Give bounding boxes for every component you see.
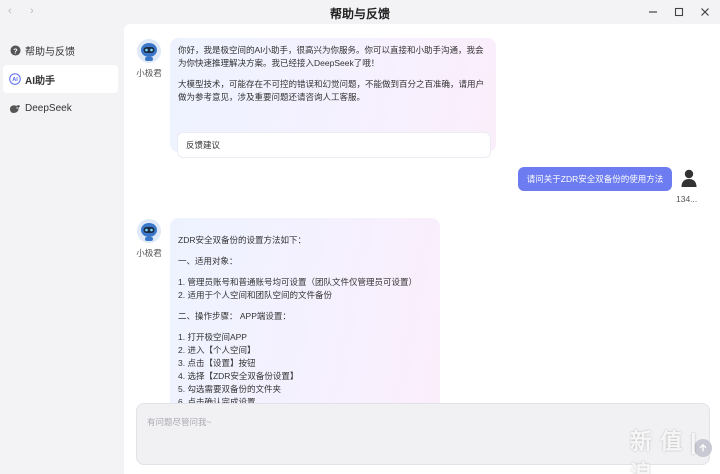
- bot-name-label: 小极君: [136, 68, 162, 78]
- input-placeholder: 有问题尽管问我~: [147, 417, 212, 427]
- answer-line: 1. 打开极空间APP: [178, 332, 247, 342]
- message-input[interactable]: 有问题尽管问我~: [136, 403, 712, 465]
- whale-icon: [9, 102, 21, 114]
- greeting-line: 你好，我是极空间的AI小助手，很高兴为你服务。你可以直接和小助手沟通，我会: [178, 45, 484, 55]
- greeting-line: 做为参考意见，涉及重要问题还请咨询人工客服。: [178, 92, 366, 102]
- answer-line: 一、适用对象：: [178, 256, 238, 266]
- feedback-suggestion-button[interactable]: 反馈建议: [178, 133, 490, 157]
- bot-answer-bubble: ZDR安全双备份的设置方法如下： 一、适用对象： 1. 管理员账号和普通账号均可…: [170, 218, 440, 418]
- answer-line: 2. 进入【个人空间】: [178, 345, 256, 355]
- answer-line: 4. 选择【ZDR安全双备份设置】: [178, 371, 299, 381]
- answer-line: [178, 268, 417, 276]
- ai-badge-icon: AI: [9, 73, 21, 85]
- answer-line: 1. 管理员账号和普通账号均可设置（团队文件仅管理员可设置）: [178, 277, 417, 287]
- answer-line: 二、操作步骤： APP端设置：: [178, 311, 291, 321]
- sidebar-item-help-feedback[interactable]: ? 帮助与反馈: [3, 36, 118, 64]
- title-bar: ‹ › 帮助与反馈: [0, 0, 720, 24]
- greeting-line: 为你快速推理解决方案。我已经接入DeepSeek了哦！: [178, 58, 380, 68]
- greeting-line: [178, 70, 484, 78]
- close-icon[interactable]: [696, 3, 714, 21]
- bot-name-label: 小极君: [136, 248, 162, 258]
- sidebar-item-ai-assistant[interactable]: AI AI助手: [3, 65, 118, 93]
- maximize-icon[interactable]: [670, 3, 688, 21]
- answer-line: 5. 勾选需要双备份的文件夹: [178, 384, 281, 394]
- window-title: 帮助与反馈: [329, 7, 390, 21]
- question-circle-icon: ?: [9, 44, 21, 56]
- sidebar: ? 帮助与反馈 AI AI助手 DeepSeek: [0, 24, 124, 474]
- user-message-bubble: 请问关于ZDR安全双备份的使用方法: [518, 167, 672, 191]
- chat-panel: 小极君 你好，我是极空间的AI小助手，很高兴为你服务。你可以直接和小助手沟通，我…: [124, 24, 720, 474]
- answer-line: [178, 323, 417, 331]
- minimize-icon[interactable]: [644, 3, 662, 21]
- greeting-line: 大模型技术，可能存在不可控的错误和幻觉问题，不能做到百分之百准确，请用户: [178, 79, 485, 89]
- answer-line: 3. 点击【设置】按钮: [178, 358, 256, 368]
- sidebar-item-label: DeepSeek: [25, 102, 72, 114]
- sidebar-item-label: AI助手: [25, 75, 55, 87]
- svg-text:?: ?: [13, 46, 18, 55]
- svg-text:AI: AI: [12, 77, 18, 83]
- user-name-label: 134...: [676, 194, 698, 204]
- bot-greeting-bubble: 你好，我是极空间的AI小助手，很高兴为你服务。你可以直接和小助手沟通，我会 为你…: [170, 38, 496, 157]
- sidebar-item-deepseek[interactable]: DeepSeek: [3, 94, 118, 122]
- bot-avatar-icon: [137, 39, 161, 63]
- answer-line: 2. 适用于个人空间和团队空间的文件备份: [178, 290, 332, 300]
- user-avatar-icon: [681, 169, 697, 187]
- answer-line: ZDR安全双备份的设置方法如下：: [178, 235, 306, 245]
- watermark: 新 值 | 浪: [630, 429, 698, 474]
- bot-avatar-icon: [137, 219, 161, 243]
- answer-line: [178, 302, 417, 310]
- answer-line: [178, 247, 417, 255]
- sidebar-item-label: 帮助与反馈: [25, 46, 75, 58]
